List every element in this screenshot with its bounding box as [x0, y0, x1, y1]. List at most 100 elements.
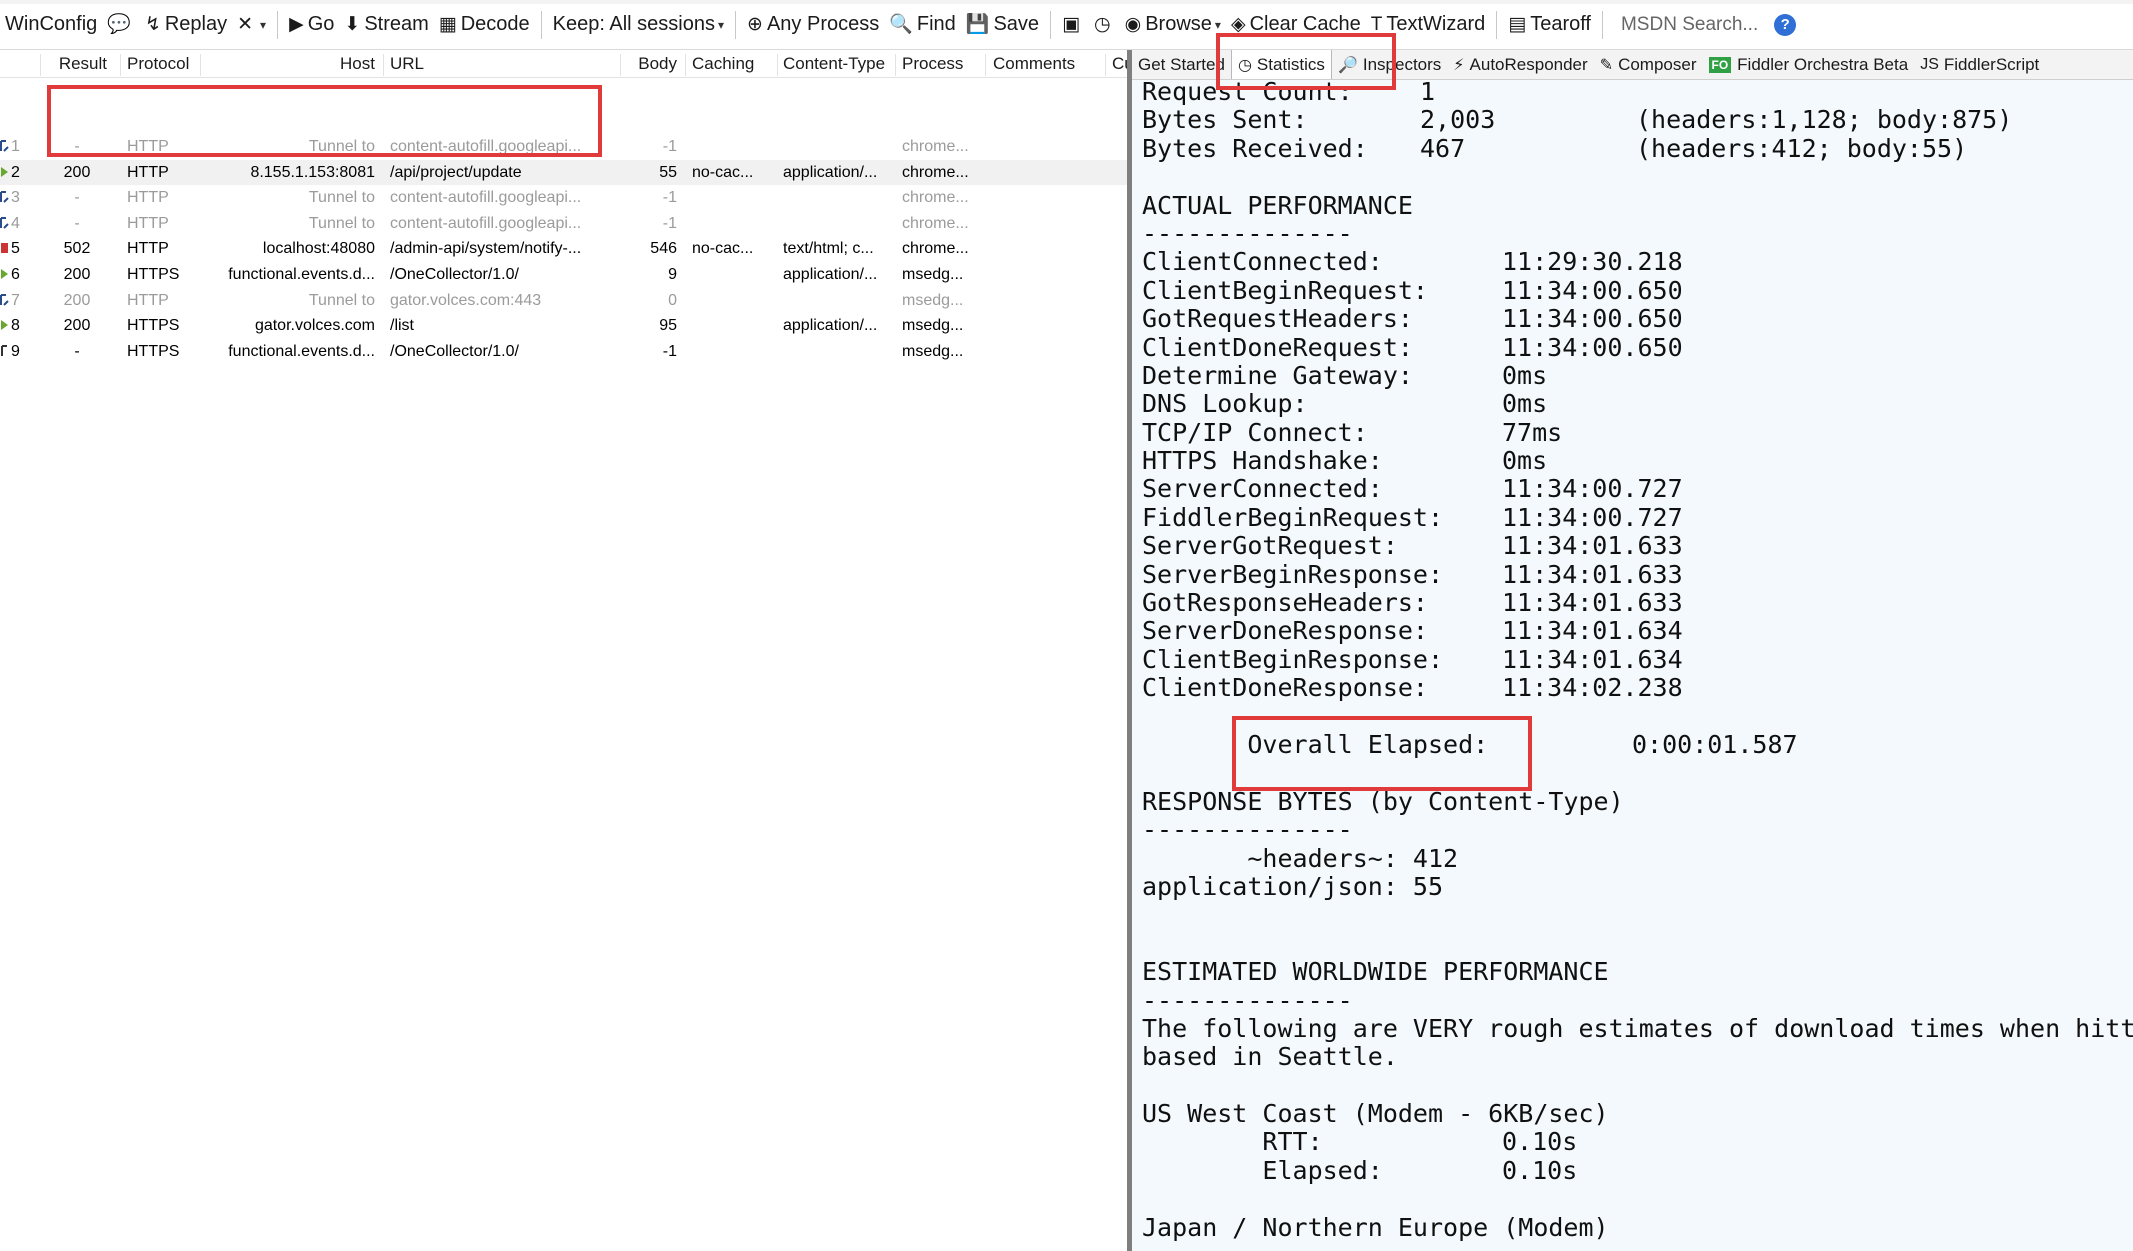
toolbar-keep-all-sessions-button[interactable]: Keep: All sessions ▾	[548, 7, 729, 43]
session-row[interactable]: 4 - HTTP Tunnel to content-autofill.googleap…	[0, 211, 1127, 236]
autoresponder-icon: ⚡	[1453, 57, 1465, 74]
msdn-search-input[interactable]: MSDN Search...	[1615, 14, 1764, 36]
column-divider[interactable]	[685, 54, 686, 76]
column-header-content-type[interactable]: Content-Type	[783, 50, 888, 78]
toolbar-find-button[interactable]: 🔍 Find	[884, 7, 961, 43]
column-divider[interactable]	[777, 54, 778, 76]
tab-get-started[interactable]: Get Started	[1132, 51, 1231, 79]
statistics-label: based in Seattle.	[1142, 1042, 1398, 1072]
cell-process: chrome...	[902, 163, 969, 181]
session-row[interactable]: 7 200 HTTP Tunnel to gator.volces.com:443 0 ms…	[0, 288, 1127, 313]
statistics-line: ClientBeginResponse: 11:34:01.634	[1142, 645, 2132, 674]
column-header-result[interactable]: Result	[47, 50, 107, 78]
column-divider[interactable]	[120, 54, 121, 76]
session-row[interactable]: 1 - HTTP Tunnel to content-autofill.googleap…	[0, 134, 1127, 159]
session-row[interactable]: 2 200 HTTP 8.155.1.153:8081/api/project/upd…	[0, 159, 1127, 185]
statistics-line	[1142, 759, 2132, 787]
session-row[interactable]: 5 502 HTTP localhost:48080/admin-api/system…	[0, 236, 1127, 261]
help-icon[interactable]: ?	[1774, 13, 1797, 36]
tunnel-session-icon	[0, 293, 9, 306]
statistics-line: Overall Elapsed: 0:00:01.587	[1142, 730, 2132, 759]
session-row[interactable]: 9 - HTTPS functional.events.d... /OneCollect…	[0, 339, 1127, 364]
column-header-host[interactable]: Host	[200, 50, 375, 78]
inspectors-icon: 🔎	[1337, 57, 1358, 74]
cell-body: 55	[659, 163, 677, 181]
statistics-value: 0ms	[1502, 389, 1548, 419]
toolbar-winconfig-button[interactable]: WinConfig	[0, 7, 102, 43]
tab-fiddler-orchestra-beta[interactable]: FO Fiddler Orchestra Beta	[1703, 51, 1915, 79]
tearoff-icon: ▤	[1508, 14, 1527, 35]
toolbar-replay-button[interactable]: ↯ Replay	[140, 7, 232, 43]
statistics-value: 11:34:01.633	[1502, 531, 1683, 561]
statistics-line: ServerConnected: 11:34:00.727	[1142, 475, 2132, 504]
json-session-icon	[1, 320, 8, 331]
column-header-protocol[interactable]: Protocol	[127, 50, 197, 78]
toolbar-separator	[735, 10, 737, 39]
statistics-report: Request Count: 1 Bytes Sent: 2,003 (headers:…	[1142, 77, 2133, 1242]
column-divider[interactable]	[383, 54, 384, 76]
column-header-body[interactable]: Body	[625, 50, 677, 78]
textwizard-icon: T	[1370, 14, 1383, 35]
statistics-value: 11:34:01.634	[1502, 616, 1683, 646]
toolbar-decode-button[interactable]: ▦ Decode	[434, 7, 535, 43]
toolbar-separator	[1601, 10, 1603, 39]
tab-autoresponder[interactable]: ⚡ AutoResponder	[1447, 51, 1593, 79]
toolbar-separator	[1050, 10, 1052, 39]
toolbar-screenshot-button[interactable]: ▣	[1057, 7, 1089, 43]
toolbar-stream-button[interactable]: ⬇ Stream	[339, 7, 433, 43]
statistics-detail: (headers:1,128; body:875)	[1636, 105, 2013, 135]
statistics-value: 11:29:30.218	[1502, 247, 1683, 277]
cell-url: gator.volces.com:443	[390, 291, 542, 309]
session-number: 7	[11, 291, 20, 309]
session-row[interactable]: 8 200 HTTPS gator.volces.com/list 95 applicat…	[0, 313, 1127, 338]
column-header-url[interactable]: URL	[390, 50, 620, 78]
toolbar-comment-button[interactable]: 💬	[102, 7, 140, 43]
statistics-value: 11:34:00.727	[1502, 502, 1683, 532]
toolbar-tearoff-button[interactable]: ▤ Tearoff	[1503, 7, 1596, 43]
toolbar-any-process-button[interactable]: ⊕ Any Process	[742, 7, 884, 43]
cell-caching	[692, 313, 777, 338]
statistics-line	[1142, 901, 2132, 929]
column-header-caching[interactable]: Caching	[692, 50, 777, 78]
toolbar-browse-button[interactable]: ◉ Browse ▾	[1120, 7, 1226, 43]
toolbar-save-button[interactable]: 💾 Save	[961, 7, 1044, 43]
statistics-line: ClientConnected: 11:29:30.218	[1142, 247, 2132, 277]
statistics-label: ClientDoneResponse:	[1142, 673, 1428, 703]
statistics-icon: ◷	[1237, 56, 1252, 74]
toolbar-go-button[interactable]: ▶ Go	[284, 7, 339, 43]
statistics-value: 11:34:00.650	[1502, 304, 1683, 334]
statistics-value: 11:34:00.650	[1502, 332, 1683, 362]
toolbar-textwizard-button[interactable]: T TextWizard	[1366, 7, 1491, 43]
column-divider[interactable]	[620, 54, 621, 76]
column-divider[interactable]	[40, 54, 41, 76]
session-row[interactable]: 6 200 HTTPS functional.events.d... /OneColle…	[0, 262, 1127, 287]
cell-process: chrome...	[902, 214, 969, 232]
column-header-cu[interactable]: Cu	[1112, 50, 1127, 78]
column-divider[interactable]	[1105, 54, 1106, 76]
statistics-label: Determine Gateway:	[1142, 360, 1413, 390]
toolbar-label: Replay	[164, 13, 228, 35]
toolbar-label: Save	[993, 13, 1040, 35]
statistics-line: ServerBeginResponse: 11:34:01.633	[1142, 560, 2132, 589]
cell-protocol: HTTP	[127, 291, 169, 309]
tab-statistics[interactable]: ◷ Statistics	[1230, 50, 1332, 79]
column-divider[interactable]	[895, 54, 896, 76]
screenshot-icon: ▣	[1062, 14, 1081, 35]
fiddler-orchestra-icon: FO	[1708, 57, 1732, 73]
statistics-line: Request Count: 1	[1142, 77, 2132, 106]
tab-fiddlerscript[interactable]: JS FiddlerScript	[1914, 51, 2045, 79]
column-header-comments[interactable]: Comments	[993, 50, 1103, 78]
toolbar-remove-button[interactable]: ✕ ▾	[232, 7, 271, 43]
statistics-line: US West Coast (Modem - 6KB/sec)	[1142, 1099, 2132, 1128]
fiddlerscript-icon: JS	[1920, 56, 1939, 73]
session-list[interactable]: Result Protocol Host URL Body Caching Content-…	[0, 50, 1127, 1251]
column-header-process[interactable]: Process	[902, 50, 992, 78]
toolbar-clear-cache-button[interactable]: ◈ Clear Cache	[1226, 7, 1366, 43]
toolbar-timer-button[interactable]: ◷	[1089, 7, 1120, 43]
statistics-label: --------------	[1142, 985, 1353, 1015]
statistics-line: ClientDoneResponse: 11:34:02.238	[1142, 673, 2132, 703]
tab-composer[interactable]: ✎ Composer	[1594, 51, 1703, 79]
tab-inspectors[interactable]: 🔎 Inspectors	[1332, 51, 1447, 79]
session-row[interactable]: 3 - HTTP Tunnel to content-autofill.googleap…	[0, 185, 1127, 210]
cell-result: 200	[63, 291, 91, 309]
